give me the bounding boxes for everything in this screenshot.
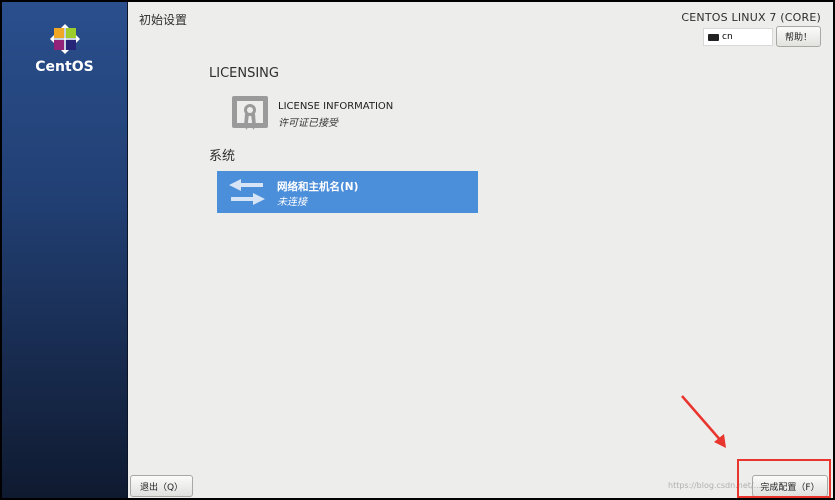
spoke-network-status: 未连接 xyxy=(277,197,307,208)
spoke-license-status: 许可证已接受 xyxy=(278,118,338,129)
spoke-license-title: LICENSE INFORMATION xyxy=(278,101,394,112)
section-heading-system: 系统 xyxy=(209,149,236,164)
keyboard-icon xyxy=(708,33,719,41)
keyboard-layout-indicator[interactable]: cn xyxy=(703,28,773,46)
spoke-network-title: 网络和主机名(N) xyxy=(277,181,359,193)
annotation-arrow-icon xyxy=(681,395,726,448)
sidebar: CentOS xyxy=(2,2,128,498)
centos-logo-icon xyxy=(50,24,80,54)
installer-window: CentOS 初始设置 CENTOS LINUX 7 (CORE) cn 帮助！… xyxy=(2,2,833,498)
help-button[interactable]: 帮助！ xyxy=(776,26,821,47)
keyboard-layout-label: cn xyxy=(722,32,733,42)
spoke-license-information[interactable]: LICENSE INFORMATION 许可证已接受 xyxy=(220,92,482,134)
annotation-highlight-box xyxy=(737,459,831,498)
quit-button[interactable]: 退出（Q） xyxy=(130,475,193,497)
license-certificate-icon xyxy=(232,96,268,130)
centos-logo-text: CentOS xyxy=(35,59,94,75)
product-name: CENTOS LINUX 7 (CORE) xyxy=(681,11,821,24)
section-heading-licensing: LICENSING xyxy=(209,66,279,81)
spoke-network-hostname[interactable]: 网络和主机名(N) 未连接 xyxy=(217,171,478,213)
page-title: 初始设置 xyxy=(139,13,188,27)
network-arrows-icon xyxy=(229,179,265,205)
